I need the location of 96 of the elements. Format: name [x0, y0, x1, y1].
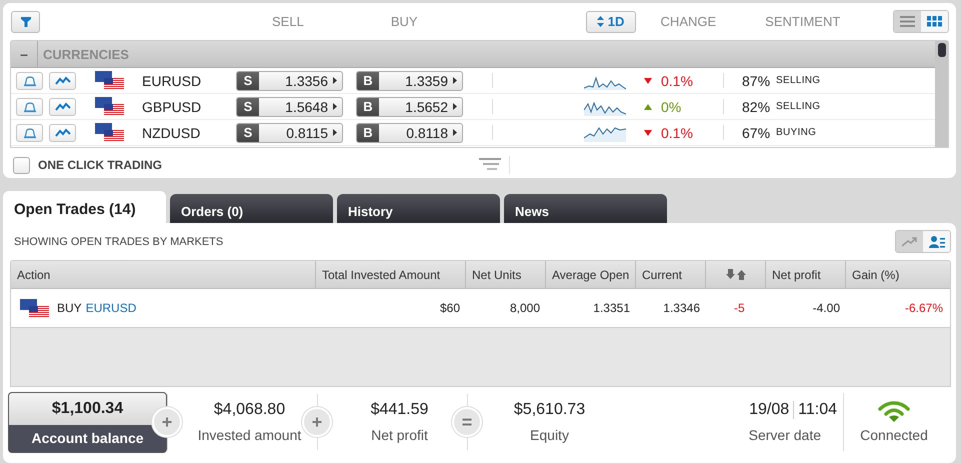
- caret-icon: [453, 103, 457, 110]
- bell-icon: [22, 100, 36, 112]
- table-cell: -5: [734, 301, 745, 315]
- section-subtitle: SHOWING OPEN TRADES BY MARKETS: [14, 236, 224, 248]
- checkbox[interactable]: [13, 156, 30, 174]
- server-date: 19/08: [749, 401, 790, 419]
- change-percent: 0%: [661, 98, 682, 114]
- category-name: CURRENCIES: [43, 46, 129, 62]
- market-symbol[interactable]: GBPUSD: [142, 98, 236, 114]
- caret-icon: [333, 77, 337, 84]
- scrollbar-thumb[interactable]: [938, 43, 946, 57]
- summary-label: Net profit: [371, 427, 428, 443]
- currency-flags-icon: [95, 97, 125, 116]
- change-column-label: CHANGE: [660, 14, 716, 29]
- bell-icon: [22, 126, 36, 138]
- summary-value: $441.59: [370, 401, 428, 419]
- trend-line-icon: [54, 76, 70, 85]
- chart-button[interactable]: [49, 72, 76, 90]
- alert-button[interactable]: [16, 72, 43, 90]
- trade-action: BUY: [57, 301, 82, 315]
- caret-icon: [453, 129, 457, 136]
- column-header[interactable]: Net Units: [472, 268, 522, 282]
- collapse-button[interactable]: –: [11, 41, 38, 67]
- sell-button[interactable]: S 1.3356: [236, 70, 343, 90]
- sentiment-label: SELLING: [776, 101, 820, 112]
- column-header[interactable]: Net profit: [772, 268, 821, 282]
- table-cell: 1.3346: [663, 301, 700, 315]
- list-icon: [900, 16, 915, 27]
- currency-flags-icon: [20, 298, 50, 318]
- column-header[interactable]: Average Open: [552, 268, 630, 282]
- market-symbol[interactable]: EURUSD: [142, 72, 236, 88]
- grid-view-button[interactable]: [921, 11, 948, 32]
- sort-icon: [596, 16, 604, 27]
- alert-button[interactable]: [16, 98, 43, 116]
- caret-icon: [453, 77, 457, 84]
- table-cell: -4.00: [812, 301, 840, 315]
- sort-lines-icon[interactable]: [479, 158, 501, 172]
- caret-icon: [333, 103, 337, 110]
- sell-button[interactable]: S 0.8115: [236, 122, 343, 142]
- sentiment-label: BUYING: [776, 127, 816, 138]
- tab[interactable]: Open Trades (14): [3, 191, 166, 223]
- summary-label: Server date: [748, 427, 821, 443]
- summary-value: $4,068.80: [214, 401, 286, 419]
- buy-button[interactable]: B 1.5652: [356, 96, 463, 116]
- column-header[interactable]: Current: [642, 268, 682, 282]
- sentiment-percent: 67%: [742, 124, 770, 140]
- table-cell: -6.67%: [904, 301, 943, 315]
- change-percent: 0.1%: [661, 72, 694, 88]
- summary-label: Equity: [530, 427, 569, 443]
- server-time: 11:04: [798, 401, 837, 419]
- up-down-arrows-icon[interactable]: [726, 269, 746, 280]
- market-symbol[interactable]: NZDUSD: [142, 124, 236, 140]
- buy-button[interactable]: B 1.3359: [356, 70, 463, 90]
- table-cell: 1.3351: [593, 301, 630, 315]
- table-cell: $60: [440, 301, 460, 315]
- operator-sign: +: [302, 407, 332, 437]
- bell-icon: [22, 74, 36, 86]
- list-view-button[interactable]: [894, 11, 921, 32]
- buy-button[interactable]: B 0.8118: [356, 122, 463, 142]
- trend-line-icon: [54, 128, 70, 137]
- table-cell: 8,000: [510, 301, 540, 315]
- caret-icon: [333, 129, 337, 136]
- sell-button[interactable]: S 1.5648: [236, 96, 343, 116]
- person-list-icon: [928, 236, 944, 248]
- column-header[interactable]: Gain (%): [852, 268, 900, 282]
- currency-flags-icon: [95, 123, 125, 142]
- connection-status: Connected: [860, 427, 928, 443]
- tab[interactable]: History: [337, 194, 500, 223]
- filter-icon: [20, 16, 30, 26]
- trend-line-icon: [54, 102, 70, 111]
- trend-arrow-icon: [902, 236, 918, 246]
- sentiment-column-label: SENTIMENT: [765, 14, 840, 29]
- summary-value: $5,610.73: [514, 401, 586, 419]
- sentiment-label: SELLING: [776, 75, 820, 86]
- chart-button[interactable]: [49, 124, 76, 142]
- tab[interactable]: Orders (0): [170, 194, 333, 223]
- checkbox-label: ONE CLICK TRADING: [38, 158, 162, 172]
- operator-sign: +: [152, 407, 182, 437]
- market-link[interactable]: EURUSD: [86, 301, 136, 315]
- people-view-button[interactable]: [923, 231, 950, 252]
- operator-sign: =: [452, 407, 482, 437]
- summary-label: Invested amount: [198, 427, 302, 443]
- change-percent: 0.1%: [661, 124, 694, 140]
- filter-button[interactable]: [11, 10, 40, 32]
- currency-flags-icon: [95, 71, 125, 90]
- sentiment-percent: 82%: [742, 98, 770, 114]
- column-header[interactable]: Total Invested Amount: [322, 268, 440, 282]
- period-button[interactable]: 1D: [586, 10, 636, 32]
- alert-button[interactable]: [16, 124, 43, 142]
- sell-column-label: SELL: [272, 14, 304, 29]
- tab[interactable]: News: [504, 194, 667, 223]
- grid-icon: [927, 16, 942, 27]
- buy-column-label: BUY: [390, 14, 418, 29]
- sentiment-percent: 87%: [742, 72, 770, 88]
- chart-button[interactable]: [49, 98, 76, 116]
- column-header[interactable]: Action: [17, 268, 50, 282]
